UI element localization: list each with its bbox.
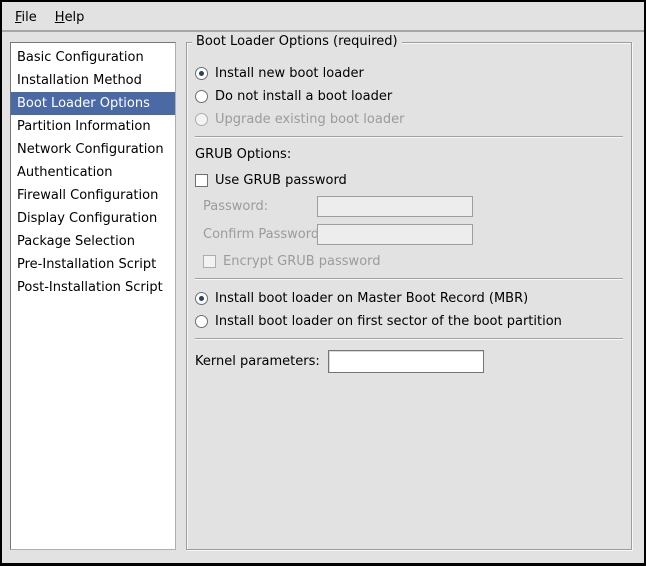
checkbox-disabled-icon [203,255,216,268]
confirm-password-input [317,224,473,245]
grub-options-label: GRUB Options: [195,147,623,162]
radio-label: Install boot loader on first sector of t… [215,314,562,329]
radio-install-new-boot-loader[interactable]: Install new boot loader [195,64,623,82]
radio-upgrade-existing-boot-loader: Upgrade existing boot loader [195,110,623,128]
kernel-parameters-row: Kernel parameters: [195,350,623,373]
confirm-password-field-row: Confirm Password: [203,224,623,245]
sidebar-item-display-configuration[interactable]: Display Configuration [11,207,175,230]
radio-label: Upgrade existing boot loader [215,112,404,127]
separator [195,136,623,138]
radio-disabled-icon [195,113,208,126]
radio-unselected-icon [195,315,208,328]
radio-selected-icon [195,292,208,305]
radio-do-not-install-boot-loader[interactable]: Do not install a boot loader [195,87,623,105]
menu-file[interactable]: File [6,5,46,30]
password-input [317,196,473,217]
sidebar-item-basic-configuration[interactable]: Basic Configuration [11,46,175,69]
radio-label: Install new boot loader [215,66,364,81]
sidebar-item-pre-installation-script[interactable]: Pre-Installation Script [11,253,175,276]
radio-unselected-icon [195,90,208,103]
menu-help[interactable]: Help [46,5,94,30]
sidebar-item-post-installation-script[interactable]: Post-Installation Script [11,276,175,299]
category-list: Basic Configuration Installation Method … [10,42,176,550]
sidebar-item-package-selection[interactable]: Package Selection [11,230,175,253]
sidebar-item-authentication[interactable]: Authentication [11,161,175,184]
checkbox-label: Use GRUB password [215,173,347,188]
kernel-parameters-label: Kernel parameters: [195,354,320,369]
checkbox-encrypt-grub-password: Encrypt GRUB password [203,252,623,270]
separator [195,338,623,340]
main-area: Basic Configuration Installation Method … [2,34,644,563]
sidebar-item-network-configuration[interactable]: Network Configuration [11,138,175,161]
radio-install-on-first-sector[interactable]: Install boot loader on first sector of t… [195,312,623,330]
sidebar-item-firewall-configuration[interactable]: Firewall Configuration [11,184,175,207]
password-label: Password: [203,199,317,214]
radio-install-on-mbr[interactable]: Install boot loader on Master Boot Recor… [195,289,623,307]
password-field-row: Password: [203,196,623,217]
radio-selected-icon [195,67,208,80]
checkbox-use-grub-password[interactable]: Use GRUB password [195,171,623,189]
radio-label: Do not install a boot loader [215,89,392,104]
kickstart-configurator-window: File Help Basic Configuration Installati… [0,0,646,566]
boot-loader-options-frame: Boot Loader Options (required) Install n… [186,42,632,550]
menu-bar: File Help [2,2,644,32]
sidebar-item-boot-loader-options[interactable]: Boot Loader Options [11,92,175,115]
confirm-password-label: Confirm Password: [203,227,317,242]
sidebar-item-installation-method[interactable]: Installation Method [11,69,175,92]
sidebar-item-partition-information[interactable]: Partition Information [11,115,175,138]
frame-title: Boot Loader Options (required) [192,34,402,49]
kernel-parameters-input[interactable] [328,350,484,373]
radio-label: Install boot loader on Master Boot Recor… [215,291,528,306]
separator [195,278,623,280]
checkbox-label: Encrypt GRUB password [223,254,381,269]
checkbox-unchecked-icon [195,174,208,187]
